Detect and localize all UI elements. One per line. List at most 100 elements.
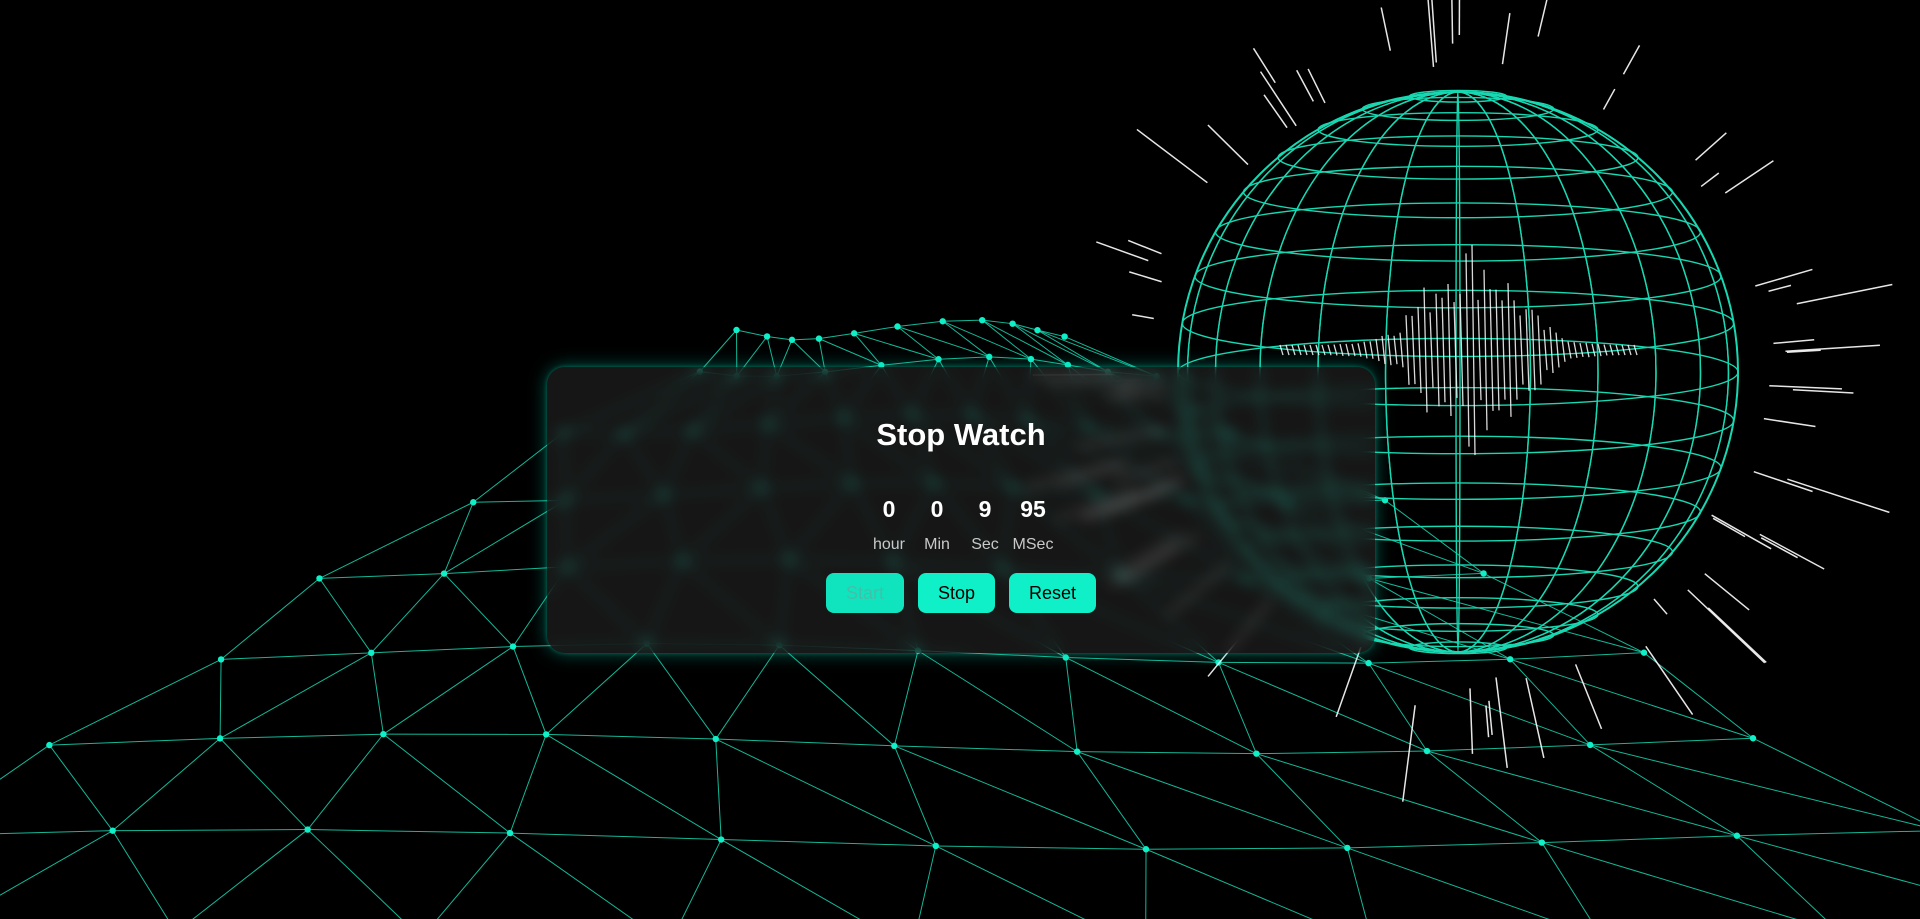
floor-grid-line — [897, 326, 939, 360]
floor-grid-line — [721, 839, 936, 847]
millisecond-label: MSec — [1012, 536, 1054, 553]
floor-grid-line — [935, 845, 1086, 919]
spike-line — [1653, 598, 1668, 615]
floor-grid-line — [1076, 751, 1348, 849]
floor-grid-line — [0, 744, 50, 780]
sphere-longitude — [1384, 91, 1532, 653]
floor-grid-node — [978, 316, 986, 324]
floor-grid-line — [917, 650, 1078, 753]
second-unit: 9 Sec — [961, 495, 1009, 555]
spike-line — [1579, 343, 1584, 357]
spike-line — [1603, 344, 1608, 356]
floor-grid-line — [1145, 848, 1313, 919]
spike-line — [1597, 343, 1602, 357]
hour-value: 0 — [882, 496, 896, 522]
minute-unit: 0 Min — [913, 495, 961, 555]
floor-grid-line — [881, 358, 939, 366]
spike-line — [1375, 338, 1380, 362]
floor-grid-node — [506, 829, 514, 837]
spike-line — [1695, 132, 1727, 161]
floor-grid-line — [715, 644, 780, 740]
floor-grid-line — [736, 329, 768, 337]
floor-grid-line — [509, 832, 634, 919]
floor-grid-line — [1736, 835, 1920, 886]
floor-grid-line — [510, 832, 722, 841]
spike-line — [1622, 44, 1641, 75]
spike-line — [1763, 417, 1816, 428]
floor-grid-node — [1027, 355, 1035, 363]
floor-grid-line — [1218, 661, 1369, 664]
floor-grid-line — [307, 733, 384, 830]
floor-grid-node — [380, 730, 387, 738]
floor-grid-line — [371, 646, 514, 654]
floor-grid-line — [1483, 572, 1645, 654]
spike-line — [1469, 688, 1474, 754]
spike-line — [1768, 284, 1792, 292]
floor-grid-line — [1541, 842, 1797, 919]
floor-grid-node — [304, 826, 311, 833]
spike-line — [1207, 124, 1249, 166]
spike-line — [1132, 313, 1154, 320]
floor-grid-line — [715, 738, 937, 847]
floor-grid-node — [891, 742, 898, 750]
floor-grid-line — [545, 733, 722, 840]
floor-grid-line — [1368, 577, 1511, 660]
floor-grid-line — [1065, 657, 1257, 755]
floor-grid-node — [1142, 846, 1150, 853]
spike-line — [1519, 315, 1524, 385]
floor-grid-line — [1426, 750, 1543, 843]
floor-grid-line — [1590, 744, 1920, 827]
floor-grid-node — [217, 656, 225, 663]
floor-grid-line — [1146, 847, 1348, 850]
spike-line — [1465, 253, 1470, 447]
spike-line — [1399, 332, 1404, 368]
floor-grid-line — [512, 646, 547, 735]
spike-line — [1796, 283, 1893, 305]
floor-grid-line — [897, 320, 943, 327]
stopwatch-card: Stop Watch 0 hour 0 Min 9 Sec 95 MSec St… — [547, 367, 1375, 653]
floor-grid-line — [443, 502, 474, 574]
spike-line — [1585, 342, 1590, 358]
floor-grid-node — [932, 842, 939, 850]
floor-grid-node — [1506, 656, 1514, 663]
spike-line — [1712, 517, 1746, 538]
spike-line — [1602, 88, 1616, 110]
floor-grid-line — [981, 319, 1032, 360]
floor-grid-line — [1541, 842, 1591, 919]
floor-grid-node — [1073, 748, 1081, 755]
floor-grid-line — [221, 652, 372, 660]
floor-grid-node — [542, 731, 550, 738]
spike-line — [1471, 244, 1476, 456]
stop-button[interactable]: Stop — [917, 573, 995, 613]
floor-grid-line — [0, 830, 113, 835]
spike-line — [1435, 293, 1440, 407]
floor-grid-line — [766, 335, 793, 341]
spike-line — [1451, 0, 1454, 44]
start-button[interactable]: Start — [825, 573, 904, 613]
floor-grid-node — [216, 735, 224, 742]
spike-line — [1537, 0, 1548, 37]
floor-grid-node — [850, 330, 858, 337]
spike-line — [1531, 309, 1536, 391]
spike-line — [1574, 664, 1603, 730]
sphere-latitude — [1214, 202, 1702, 262]
floor-grid-line — [1077, 751, 1257, 755]
spike-line — [1543, 329, 1548, 371]
floor-grid-line — [1012, 323, 1109, 373]
hour-unit: 0 hour — [865, 495, 913, 555]
floor-grid-line — [1346, 847, 1367, 919]
floor-grid-node — [1034, 326, 1041, 334]
spike-line — [1755, 268, 1813, 287]
spike-line — [1327, 344, 1332, 356]
floor-grid-line — [1590, 737, 1754, 746]
minute-value: 0 — [930, 496, 944, 522]
floor-grid-node — [763, 333, 771, 340]
spike-line — [1429, 312, 1434, 388]
hour-label: hour — [872, 536, 906, 553]
floor-grid-line — [894, 745, 1147, 850]
floor-grid-node — [1733, 832, 1741, 839]
floor-grid-line — [319, 573, 445, 579]
spike-line — [1501, 13, 1511, 65]
reset-button[interactable]: Reset — [1009, 573, 1097, 613]
spike-line — [1549, 326, 1554, 374]
